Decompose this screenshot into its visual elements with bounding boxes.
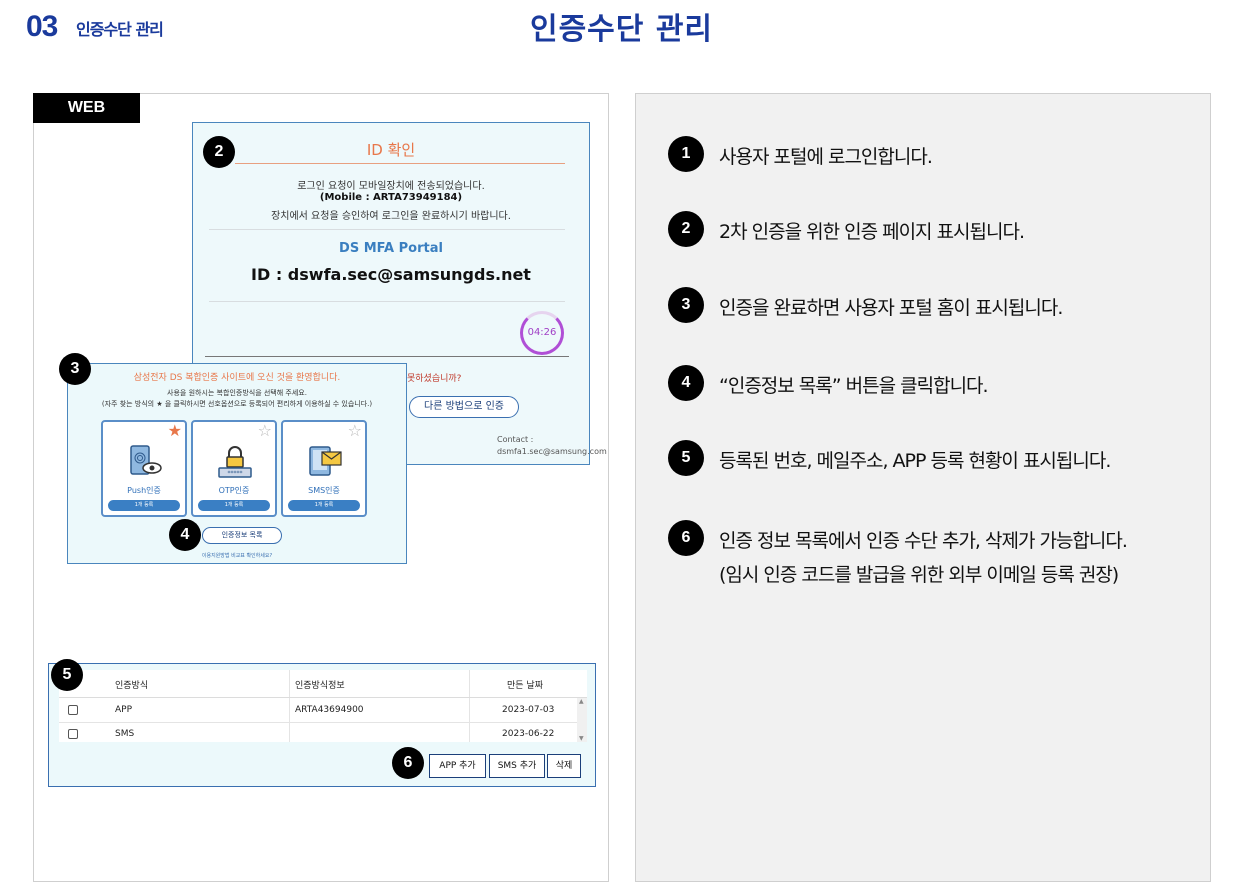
cell-date: 2023-07-03 bbox=[502, 705, 555, 715]
table-scrollbar[interactable]: ▲ ▼ bbox=[577, 698, 587, 742]
star-filled-icon[interactable]: ★ bbox=[168, 422, 182, 440]
countdown-timer: 04:26 bbox=[520, 311, 564, 355]
add-app-button[interactable]: APP 추가 bbox=[429, 754, 486, 778]
row-checkbox[interactable] bbox=[68, 705, 78, 715]
help-link[interactable]: 이용지원방법 비교표 확인하세요? bbox=[68, 552, 406, 559]
step-number: 1 bbox=[668, 136, 704, 172]
step-text: 2차 인증을 위한 인증 페이지 표시됩니다. bbox=[719, 221, 1025, 243]
alternate-method-button[interactable]: 다른 방법으로 인증 bbox=[409, 396, 519, 418]
column-header-method: 인증방식 bbox=[115, 681, 149, 691]
method-card-otp[interactable]: ☆ ***** OTP인증 1개 등록 bbox=[191, 420, 277, 517]
table-row: APP ARTA43694900 2023-07-03 bbox=[59, 698, 587, 722]
auth-info-list-button[interactable]: 인증정보 목록 bbox=[202, 527, 282, 544]
delete-button[interactable]: 삭제 bbox=[547, 754, 581, 778]
step-text: 인증 정보 목록에서 인증 수단 추가, 삭제가 가능합니다. bbox=[719, 530, 1128, 552]
id-confirm-title: ID 확인 bbox=[366, 141, 416, 159]
select-method-instruction: 사용을 원하시는 복합인증방식을 선택해 주세요. bbox=[167, 389, 307, 397]
step-number: 2 bbox=[668, 211, 704, 247]
favorite-instruction: (자주 찾는 방식의 ★ 을 클릭하시면 선호옵션으로 등록되어 편리하게 이용… bbox=[101, 400, 373, 408]
step-note: (임시 인증 코드를 발급을 위한 외부 이메일 등록 권장) bbox=[719, 564, 1119, 586]
method-register-button[interactable]: 1개 등록 bbox=[198, 500, 270, 511]
welcome-message: 삼성전자 DS 복합인증 사이트에 오신 것을 환영합니다. bbox=[133, 373, 341, 383]
step-text: 등록된 번호, 메일주소, APP 등록 현황이 표시됩니다. bbox=[719, 450, 1111, 472]
table-row: SMS 2023-06-22 bbox=[59, 722, 587, 746]
cell-method: SMS bbox=[115, 729, 135, 739]
add-sms-button[interactable]: SMS 추가 bbox=[489, 754, 545, 778]
page-title: 인증수단 관리 bbox=[529, 12, 714, 47]
instruction-panel bbox=[635, 93, 1211, 882]
divider bbox=[209, 301, 565, 302]
step-number: 4 bbox=[668, 365, 704, 401]
scroll-down-icon[interactable]: ▼ bbox=[579, 735, 584, 742]
step-text: 인증을 완료하면 사용자 포털 홈이 표시됩니다. bbox=[719, 297, 1063, 319]
row-checkbox[interactable] bbox=[68, 729, 78, 739]
approve-instruction: 장치에서 요청을 승인하여 로그인을 완료하시기 바랍니다. bbox=[271, 211, 511, 222]
portal-name: DS MFA Portal bbox=[339, 241, 443, 256]
step-badge-5: 5 bbox=[51, 659, 83, 691]
sms-envelope-icon bbox=[309, 446, 342, 476]
auth-methods-table-card: 인증방식 인증방식정보 만든 날짜 APP ARTA43694900 2023-… bbox=[48, 663, 596, 787]
method-register-button[interactable]: 1개 등록 bbox=[288, 500, 360, 511]
login-request-message: 로그인 요청이 모바일장치에 전송되었습니다. bbox=[297, 181, 485, 192]
method-register-button[interactable]: 1개 등록 bbox=[108, 500, 180, 511]
svg-text:*****: ***** bbox=[228, 470, 243, 477]
star-outline-icon[interactable]: ☆ bbox=[348, 422, 362, 440]
cell-date: 2023-06-22 bbox=[502, 729, 555, 739]
step-number: 3 bbox=[668, 287, 704, 323]
divider bbox=[205, 356, 569, 357]
auth-methods-table: 인증방식 인증방식정보 만든 날짜 APP ARTA43694900 2023-… bbox=[59, 670, 587, 742]
step-number: 6 bbox=[668, 520, 704, 556]
web-tag: WEB bbox=[33, 93, 140, 123]
step-badge-6: 6 bbox=[392, 747, 424, 779]
star-outline-icon[interactable]: ☆ bbox=[258, 422, 272, 440]
method-label: SMS인증 bbox=[308, 486, 340, 495]
portal-home-card: 삼성전자 DS 복합인증 사이트에 오신 것을 환영합니다. 사용을 원하시는 … bbox=[67, 363, 407, 564]
method-label: Push인증 bbox=[127, 486, 161, 495]
method-label: OTP인증 bbox=[218, 486, 250, 495]
contact-label: Contact : bbox=[497, 435, 534, 444]
step-badge-3: 3 bbox=[59, 353, 91, 385]
cell-method: APP bbox=[115, 705, 133, 715]
fingerprint-phone-icon bbox=[130, 445, 162, 475]
cell-info: ARTA43694900 bbox=[295, 705, 364, 715]
mobile-device-id: (Mobile : ARTA73949184) bbox=[319, 192, 463, 203]
step-text: 사용자 포털에 로그인합니다. bbox=[719, 146, 933, 168]
title-divider bbox=[235, 163, 565, 164]
lock-otp-icon: ***** bbox=[218, 446, 252, 478]
step-badge-2: 2 bbox=[203, 136, 235, 168]
contact-email: dsmfa1.sec@samsung.com bbox=[497, 447, 607, 456]
scroll-up-icon[interactable]: ▲ bbox=[579, 698, 584, 705]
step-badge-4: 4 bbox=[169, 519, 201, 551]
user-id: ID : dswfa.sec@samsungds.net bbox=[251, 265, 531, 284]
step-number: 5 bbox=[668, 440, 704, 476]
column-header-date: 만든 날짜 bbox=[507, 681, 543, 691]
divider bbox=[209, 229, 565, 230]
method-card-sms[interactable]: ☆ SMS인증 1개 등록 bbox=[281, 420, 367, 517]
step-text: “인증정보 목록” 버튼을 클릭합니다. bbox=[719, 375, 989, 397]
method-card-push[interactable]: ★ Push인증 1개 등록 bbox=[101, 420, 187, 517]
column-header-info: 인증방식정보 bbox=[295, 681, 345, 691]
not-received-question: 못하셨습니까? bbox=[407, 374, 462, 384]
